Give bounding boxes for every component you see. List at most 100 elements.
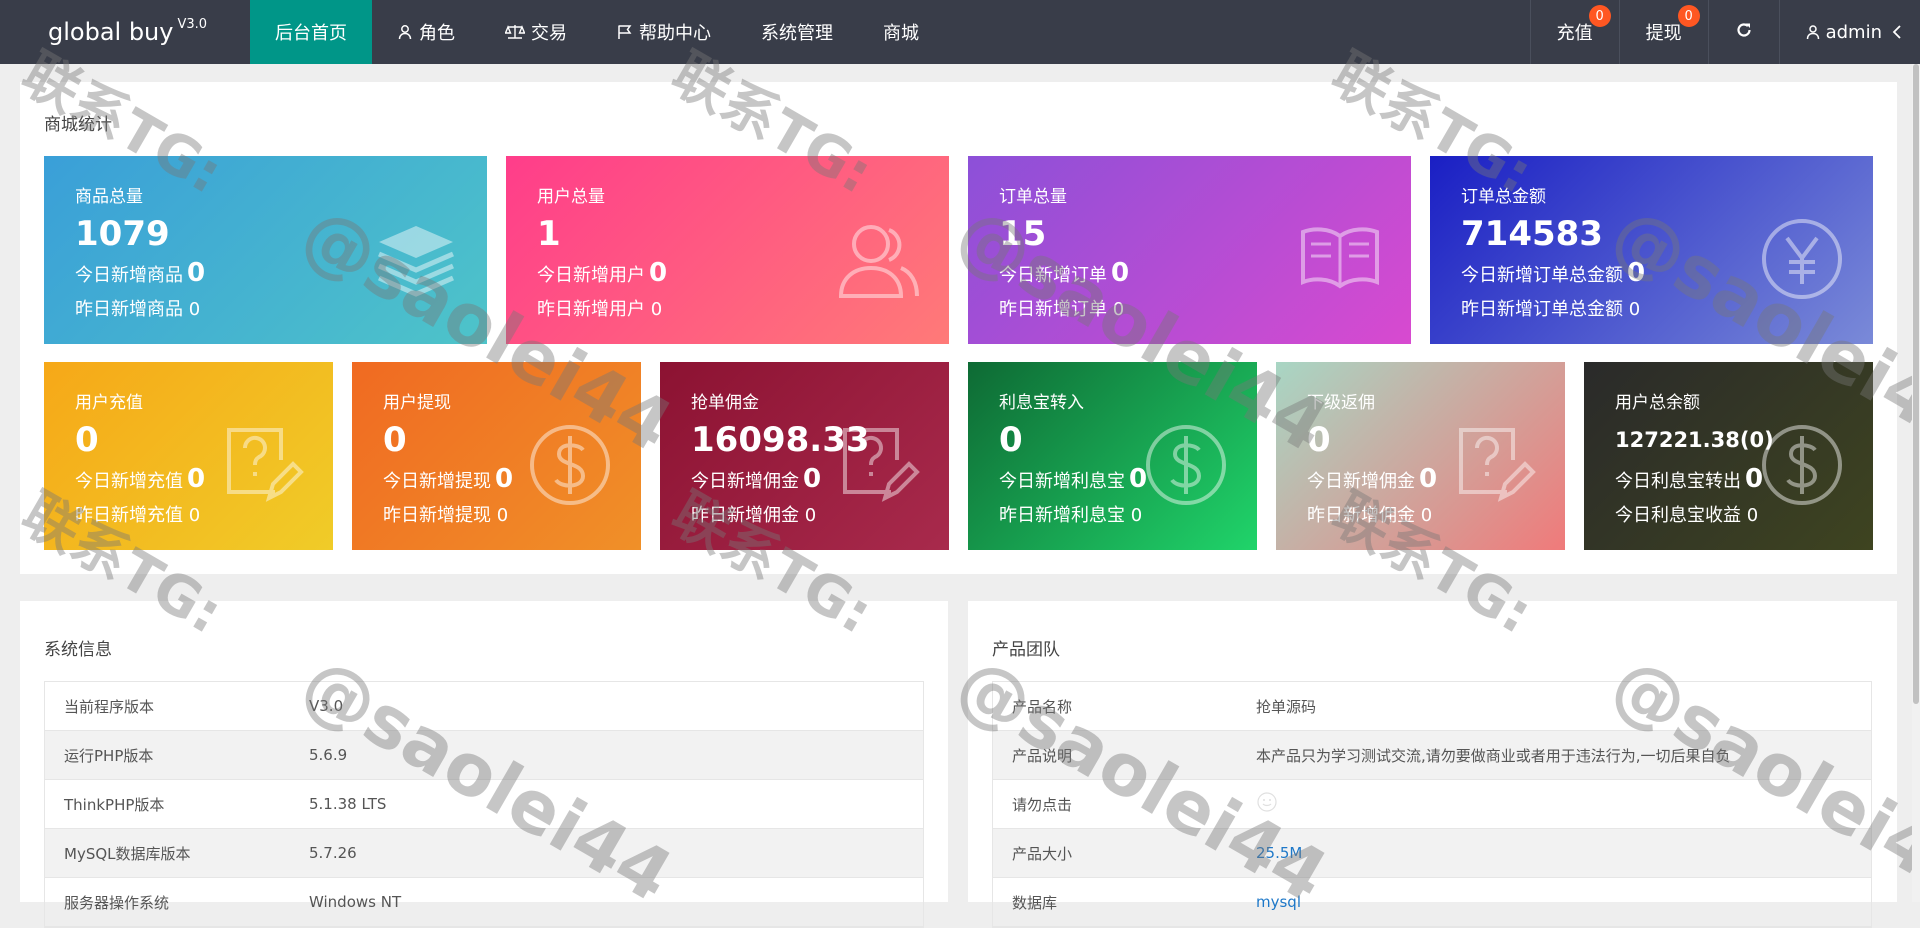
main-nav: 后台首页 角色 交易 帮助中心 系统管理 商城 bbox=[250, 0, 944, 64]
stat-card-withdraw[interactable]: 用户提现 0 今日新增提现 0 昨日新增提现 0 bbox=[352, 362, 641, 550]
stat-card-users[interactable]: 用户总量 1 今日新增用户 0 昨日新增用户 0 bbox=[506, 156, 949, 344]
nav-item-shop[interactable]: 商城 bbox=[858, 0, 944, 64]
question-edit-icon bbox=[227, 428, 304, 502]
refresh-icon bbox=[1735, 21, 1753, 44]
table-value: 抢单源码 bbox=[1256, 697, 1317, 716]
emoji-icon bbox=[1257, 792, 1277, 812]
table-row: 当前程序版本 V3.0 bbox=[45, 682, 923, 731]
user-menu[interactable]: admin bbox=[1778, 0, 1920, 64]
layers-icon bbox=[378, 226, 454, 297]
table-key: 请勿点击 bbox=[1012, 795, 1073, 814]
table-row: 请勿点击 bbox=[993, 780, 1871, 829]
recharge-label: 充值 bbox=[1556, 23, 1593, 44]
table-value: 5.1.38 LTS bbox=[309, 795, 387, 813]
top-navbar: global buy V3.0 后台首页 角色 交易 帮助中心 系统管理 商城 … bbox=[0, 0, 1920, 64]
stat-card-recharge[interactable]: 用户充值 0 今日新增充值 0 昨日新增充值 0 bbox=[44, 362, 333, 550]
table-row: 服务器操作系统 Windows NT bbox=[45, 878, 923, 927]
dollar-icon bbox=[1762, 425, 1842, 505]
stat-card-orders[interactable]: 订单总量 15 今日新增订单 0 昨日新增订单 0 bbox=[968, 156, 1411, 344]
question-edit-icon bbox=[843, 428, 920, 502]
stat-card-products[interactable]: 商品总量 1079 今日新增商品 0 昨日新增商品 0 bbox=[44, 156, 487, 344]
table-value-link[interactable]: mysql bbox=[1256, 893, 1301, 911]
table-key: 产品名称 bbox=[1012, 697, 1073, 716]
nav-label-roles: 角色 bbox=[419, 23, 455, 44]
table-row: 产品名称 抢单源码 bbox=[993, 682, 1871, 731]
table-value: Windows NT bbox=[309, 893, 402, 911]
stat-card-title: 订单总金额 bbox=[1461, 187, 1546, 207]
dollar-icon bbox=[1146, 425, 1226, 505]
stat-card-title: 订单总量 bbox=[999, 187, 1067, 207]
table-value: V3.0 bbox=[309, 697, 344, 715]
question-edit-icon bbox=[1459, 428, 1536, 502]
table-key: 产品说明 bbox=[1012, 746, 1073, 765]
stats-panel-title: 商城统计 bbox=[44, 115, 112, 135]
nav-label-home: 后台首页 bbox=[275, 23, 347, 44]
scrollbar-thumb[interactable] bbox=[1913, 64, 1919, 704]
refresh-button[interactable] bbox=[1707, 0, 1779, 64]
stat-card-interest-in[interactable]: 利息宝转入 0 今日新增利息宝 0 昨日新增利息宝 0 bbox=[968, 362, 1257, 550]
user-icon bbox=[1806, 24, 1820, 40]
brand-logo[interactable]: global buy V3.0 bbox=[0, 0, 250, 64]
yen-icon bbox=[1762, 219, 1842, 299]
product-team-panel: 产品团队 产品名称 抢单源码 产品说明 本产品只为学习测试交流,请勿要做商业或者用于… bbox=[968, 601, 1897, 928]
stat-card-title: 商品总量 bbox=[75, 187, 143, 207]
page-scrollbar[interactable] bbox=[1912, 64, 1920, 902]
table-value: 5.7.26 bbox=[309, 844, 357, 862]
table-row: ThinkPHP版本 5.1.38 LTS bbox=[45, 780, 923, 829]
nav-label-trade: 交易 bbox=[531, 23, 567, 44]
nav-item-trade[interactable]: 交易 bbox=[480, 0, 592, 64]
table-key: 运行PHP版本 bbox=[64, 746, 154, 765]
stat-card-title: 利息宝转入 bbox=[999, 393, 1084, 413]
recharge-button[interactable]: 充值 0 bbox=[1529, 0, 1619, 64]
chevron-left-icon bbox=[1892, 24, 1902, 40]
table-value-link[interactable]: 25.5M bbox=[1256, 844, 1302, 862]
stat-card-rebate[interactable]: 下级返佣 0 今日新增佣金 0 昨日新增佣金 0 bbox=[1276, 362, 1565, 550]
withdraw-count-badge: 0 bbox=[1677, 5, 1700, 27]
user-icon bbox=[397, 24, 413, 40]
stat-card-title: 用户充值 bbox=[75, 393, 143, 413]
stat-card-order-amount[interactable]: 订单总金额 714583 今日新增订单总金额 0 昨日新增订单总金额 0 bbox=[1430, 156, 1873, 344]
stat-card-title: 用户总余额 bbox=[1615, 393, 1700, 413]
nav-label-shop: 商城 bbox=[883, 23, 919, 44]
brand-version: V3.0 bbox=[177, 16, 208, 32]
nav-item-help[interactable]: 帮助中心 bbox=[592, 0, 736, 64]
nav-label-help: 帮助中心 bbox=[639, 23, 711, 44]
table-key: 服务器操作系统 bbox=[64, 893, 170, 912]
product-team-title: 产品团队 bbox=[992, 640, 1060, 660]
book-icon bbox=[1301, 227, 1379, 289]
stat-card-balance[interactable]: 用户总余额 127221.38(0) 今日利息宝转出 0 今日利息宝收益 0 bbox=[1584, 362, 1873, 550]
table-row: 运行PHP版本 5.6.9 bbox=[45, 731, 923, 780]
withdraw-button[interactable]: 提现 0 bbox=[1618, 0, 1708, 64]
product-team-table: 产品名称 抢单源码 产品说明 本产品只为学习测试交流,请勿要做商业或者用于违法行为,… bbox=[992, 681, 1872, 928]
flag-icon bbox=[617, 24, 633, 40]
table-key: 产品大小 bbox=[1012, 844, 1073, 863]
table-key: ThinkPHP版本 bbox=[64, 795, 165, 814]
brand-name: global buy bbox=[48, 18, 174, 46]
table-row: 产品说明 本产品只为学习测试交流,请勿要做商业或者用于违法行为,一切后果自负 bbox=[993, 731, 1871, 780]
stat-card-commission[interactable]: 抢单佣金 16098.33 今日新增佣金 0 昨日新增佣金 0 bbox=[660, 362, 949, 550]
withdraw-label: 提现 bbox=[1645, 23, 1682, 44]
system-info-table: 当前程序版本 V3.0 运行PHP版本 5.6.9 ThinkPHP版本 5.1.38… bbox=[44, 681, 924, 928]
stats-row-2: 用户充值 0 今日新增充值 0 昨日新增充值 0 用户提现 0 今日新增提现 0 昨… bbox=[44, 362, 1873, 550]
table-key: MySQL数据库版本 bbox=[64, 844, 191, 863]
table-row: MySQL数据库版本 5.7.26 bbox=[45, 829, 923, 878]
table-key: 当前程序版本 bbox=[64, 697, 155, 716]
table-value: 本产品只为学习测试交流,请勿要做商业或者用于违法行为,一切后果自负 bbox=[1256, 746, 1731, 765]
scale-icon bbox=[505, 24, 525, 40]
nav-item-roles[interactable]: 角色 bbox=[372, 0, 480, 64]
table-value: 5.6.9 bbox=[309, 746, 348, 764]
system-info-title: 系统信息 bbox=[44, 640, 112, 660]
users-icon bbox=[838, 225, 919, 298]
table-key: 数据库 bbox=[1012, 893, 1058, 912]
stats-row-1: 商品总量 1079 今日新增商品 0 昨日新增商品 0 用户总量 1 今日新增用户… bbox=[44, 156, 1873, 344]
nav-item-home[interactable]: 后台首页 bbox=[250, 0, 372, 64]
nav-item-system[interactable]: 系统管理 bbox=[736, 0, 858, 64]
system-info-panel: 系统信息 当前程序版本 V3.0 运行PHP版本 5.6.9 ThinkPHP版本 5… bbox=[20, 601, 948, 928]
recharge-count-badge: 0 bbox=[1588, 5, 1611, 27]
right-nav: 充值 0 提现 0 admin bbox=[1529, 0, 1920, 64]
dont-click-link[interactable] bbox=[1256, 791, 1278, 817]
nav-label-system: 系统管理 bbox=[761, 23, 833, 44]
table-row: 数据库 mysql bbox=[993, 878, 1871, 927]
dollar-icon bbox=[530, 425, 610, 505]
table-row: 产品大小 25.5M bbox=[993, 829, 1871, 878]
